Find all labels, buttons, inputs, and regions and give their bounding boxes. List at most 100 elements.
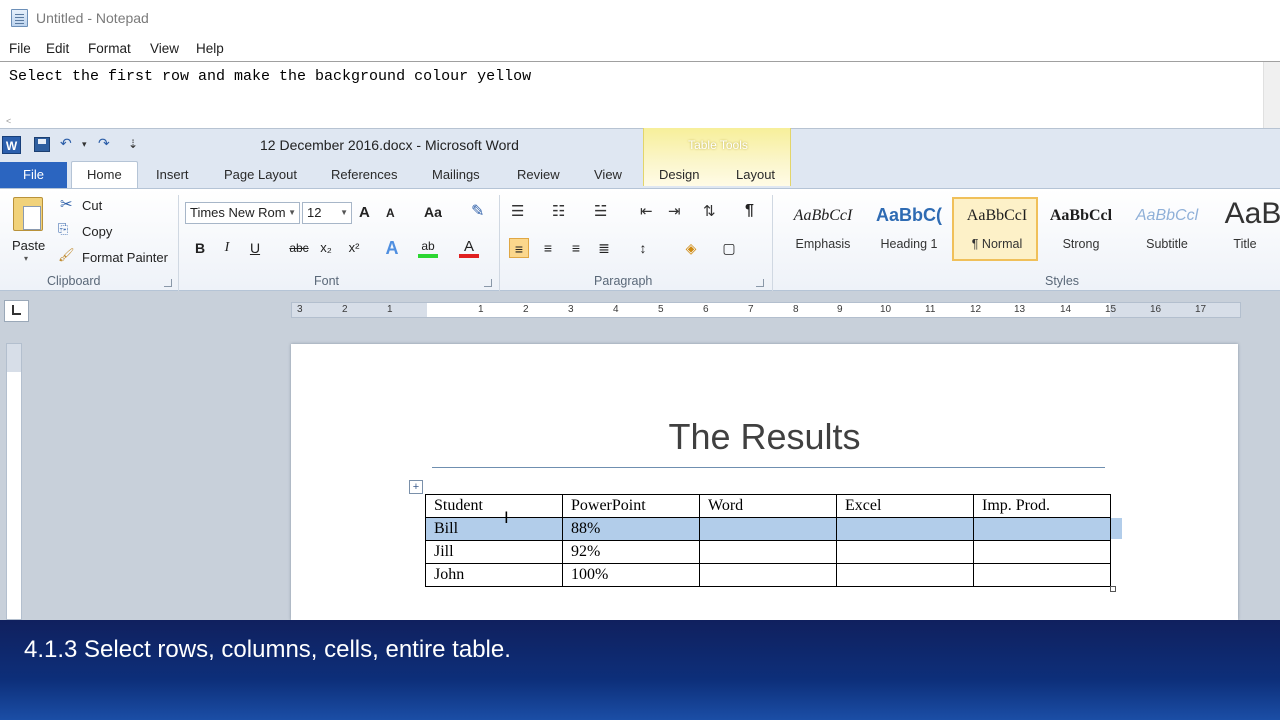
font-color-button[interactable]: A — [459, 238, 479, 258]
strikethrough-button[interactable]: abc — [287, 238, 311, 258]
notepad-menu-format[interactable]: Format — [88, 41, 131, 56]
table-row[interactable]: Student PowerPoint Word Excel Imp. Prod. — [425, 494, 1111, 518]
tab-selector-button[interactable] — [4, 300, 29, 322]
document-page[interactable]: The Results + Student PowerPoint Word Ex… — [291, 344, 1238, 620]
italic-button[interactable]: I — [217, 238, 237, 258]
table-cell[interactable]: Bill — [425, 517, 563, 541]
tab-insert[interactable]: Insert — [156, 167, 189, 182]
increase-indent-icon[interactable]: ⇥ — [668, 202, 681, 220]
change-case-button[interactable]: Aa — [424, 204, 442, 220]
undo-icon[interactable]: ↶ — [60, 135, 72, 152]
table-row[interactable]: John 100% — [425, 563, 1111, 587]
tab-review[interactable]: Review — [517, 167, 560, 182]
font-launcher-icon[interactable] — [484, 279, 492, 287]
table-row[interactable]: Jill 92% — [425, 540, 1111, 564]
style-strong[interactable]: AaBbCcl Strong — [1038, 197, 1124, 261]
notepad-menu-edit[interactable]: Edit — [46, 41, 69, 56]
tab-design[interactable]: Design — [659, 167, 699, 182]
text-effects-button[interactable]: A — [382, 238, 402, 258]
table-cell[interactable]: Jill — [425, 540, 563, 564]
justify-icon[interactable]: ≣ — [594, 238, 614, 258]
decrease-indent-icon[interactable]: ⇤ — [640, 202, 653, 220]
save-icon[interactable] — [34, 137, 50, 152]
tab-view[interactable]: View — [594, 167, 622, 182]
table-cell[interactable] — [973, 540, 1111, 564]
paste-dropdown-icon[interactable]: ▾ — [24, 254, 28, 263]
align-center-icon[interactable]: ≡ — [538, 238, 558, 258]
paste-button[interactable]: Paste — [12, 238, 45, 253]
shrink-font-button[interactable]: A — [386, 206, 395, 220]
table-cell[interactable] — [836, 540, 974, 564]
notepad-vertical-scrollbar[interactable] — [1263, 62, 1280, 129]
cut-button[interactable]: Cut — [82, 198, 102, 213]
clear-formatting-icon[interactable]: ✎ — [471, 201, 484, 221]
superscript-button[interactable]: x² — [344, 238, 364, 258]
horizontal-ruler[interactable]: 3 2 1 1 2 3 4 5 6 7 8 9 10 11 12 13 14 1… — [291, 302, 1241, 318]
table-cell[interactable]: Word — [699, 494, 837, 518]
table-move-handle-icon[interactable]: + — [409, 480, 423, 494]
bold-button[interactable]: B — [190, 238, 210, 258]
subscript-button[interactable]: x₂ — [316, 238, 336, 258]
vertical-ruler[interactable] — [6, 343, 22, 620]
tab-layout[interactable]: Layout — [736, 167, 775, 182]
copy-button[interactable]: Copy — [82, 224, 112, 239]
format-painter-icon[interactable]: 🖌 — [58, 247, 75, 263]
customize-toolbar-icon[interactable]: ⇣ — [128, 137, 138, 151]
table-cell[interactable]: 100% — [562, 563, 700, 587]
highlight-button[interactable]: ab — [418, 238, 438, 258]
multilevel-list-icon[interactable]: ☱ — [594, 202, 607, 220]
format-painter-button[interactable]: Format Painter — [82, 250, 168, 265]
show-formatting-button[interactable]: ¶ — [745, 202, 754, 220]
sort-icon[interactable]: ⇅ — [703, 202, 716, 220]
grow-font-button[interactable]: A — [359, 204, 370, 221]
table-cell[interactable] — [699, 517, 837, 541]
shading-icon[interactable]: ◈ — [681, 238, 701, 258]
style-title[interactable]: AaB Title — [1210, 197, 1280, 261]
table-cell[interactable] — [699, 563, 837, 587]
tab-file[interactable]: File — [0, 162, 67, 188]
notepad-text-area[interactable]: Select the first row and make the backgr… — [0, 61, 1280, 129]
style-normal[interactable]: AaBbCcI ¶ Normal — [952, 197, 1038, 261]
align-right-icon[interactable]: ≡ — [566, 238, 586, 258]
font-size-dropdown[interactable]: 12 ▼ — [302, 202, 352, 224]
borders-icon[interactable]: ▢ — [719, 238, 739, 258]
notepad-menu-file[interactable]: File — [9, 41, 31, 56]
numbering-icon[interactable]: ☷ — [552, 202, 565, 220]
tab-page-layout[interactable]: Page Layout — [224, 167, 297, 182]
bullets-icon[interactable]: ☰ — [511, 202, 524, 220]
cut-icon[interactable]: ✂ — [60, 195, 73, 213]
table-cell[interactable] — [836, 563, 974, 587]
scroll-left-arrow-icon[interactable]: < — [6, 116, 11, 126]
copy-icon[interactable]: ⎘ — [58, 221, 68, 237]
table-cell[interactable] — [699, 540, 837, 564]
table-cell[interactable] — [973, 517, 1111, 541]
notepad-menu-help[interactable]: Help — [196, 41, 224, 56]
tab-home[interactable]: Home — [87, 167, 122, 182]
undo-dropdown-icon[interactable]: ▾ — [82, 139, 87, 150]
underline-button[interactable]: U — [245, 238, 265, 258]
notepad-menu-view[interactable]: View — [150, 41, 179, 56]
align-left-icon[interactable]: ≡ — [509, 238, 529, 258]
font-family-dropdown[interactable]: Times New Rom ▼ — [185, 202, 300, 224]
table-cell[interactable]: John — [425, 563, 563, 587]
paragraph-launcher-icon[interactable] — [756, 279, 764, 287]
tab-mailings[interactable]: Mailings — [432, 167, 480, 182]
table-resize-handle-icon[interactable] — [1110, 586, 1116, 592]
redo-icon[interactable]: ↷ — [98, 135, 110, 152]
table-cell[interactable]: 92% — [562, 540, 700, 564]
clipboard-launcher-icon[interactable] — [164, 279, 172, 287]
table-cell[interactable]: PowerPoint — [562, 494, 700, 518]
word-logo-icon[interactable]: W — [2, 136, 21, 154]
table-cell[interactable]: Excel — [836, 494, 974, 518]
style-emphasis[interactable]: AaBbCcI Emphasis — [780, 197, 866, 261]
paste-icon[interactable] — [13, 197, 43, 231]
style-subtitle[interactable]: AaBbCcl Subtitle — [1124, 197, 1210, 261]
table-cell[interactable]: Imp. Prod. — [973, 494, 1111, 518]
results-table[interactable]: Student PowerPoint Word Excel Imp. Prod.… — [425, 494, 1111, 587]
table-cell[interactable] — [836, 517, 974, 541]
table-cell[interactable] — [973, 563, 1111, 587]
table-row-selected[interactable]: Bill 88% — [425, 517, 1111, 541]
table-cell[interactable]: Student — [425, 494, 563, 518]
table-cell[interactable]: 88% — [562, 517, 700, 541]
style-heading-1[interactable]: AaBbC( Heading 1 — [866, 197, 952, 261]
